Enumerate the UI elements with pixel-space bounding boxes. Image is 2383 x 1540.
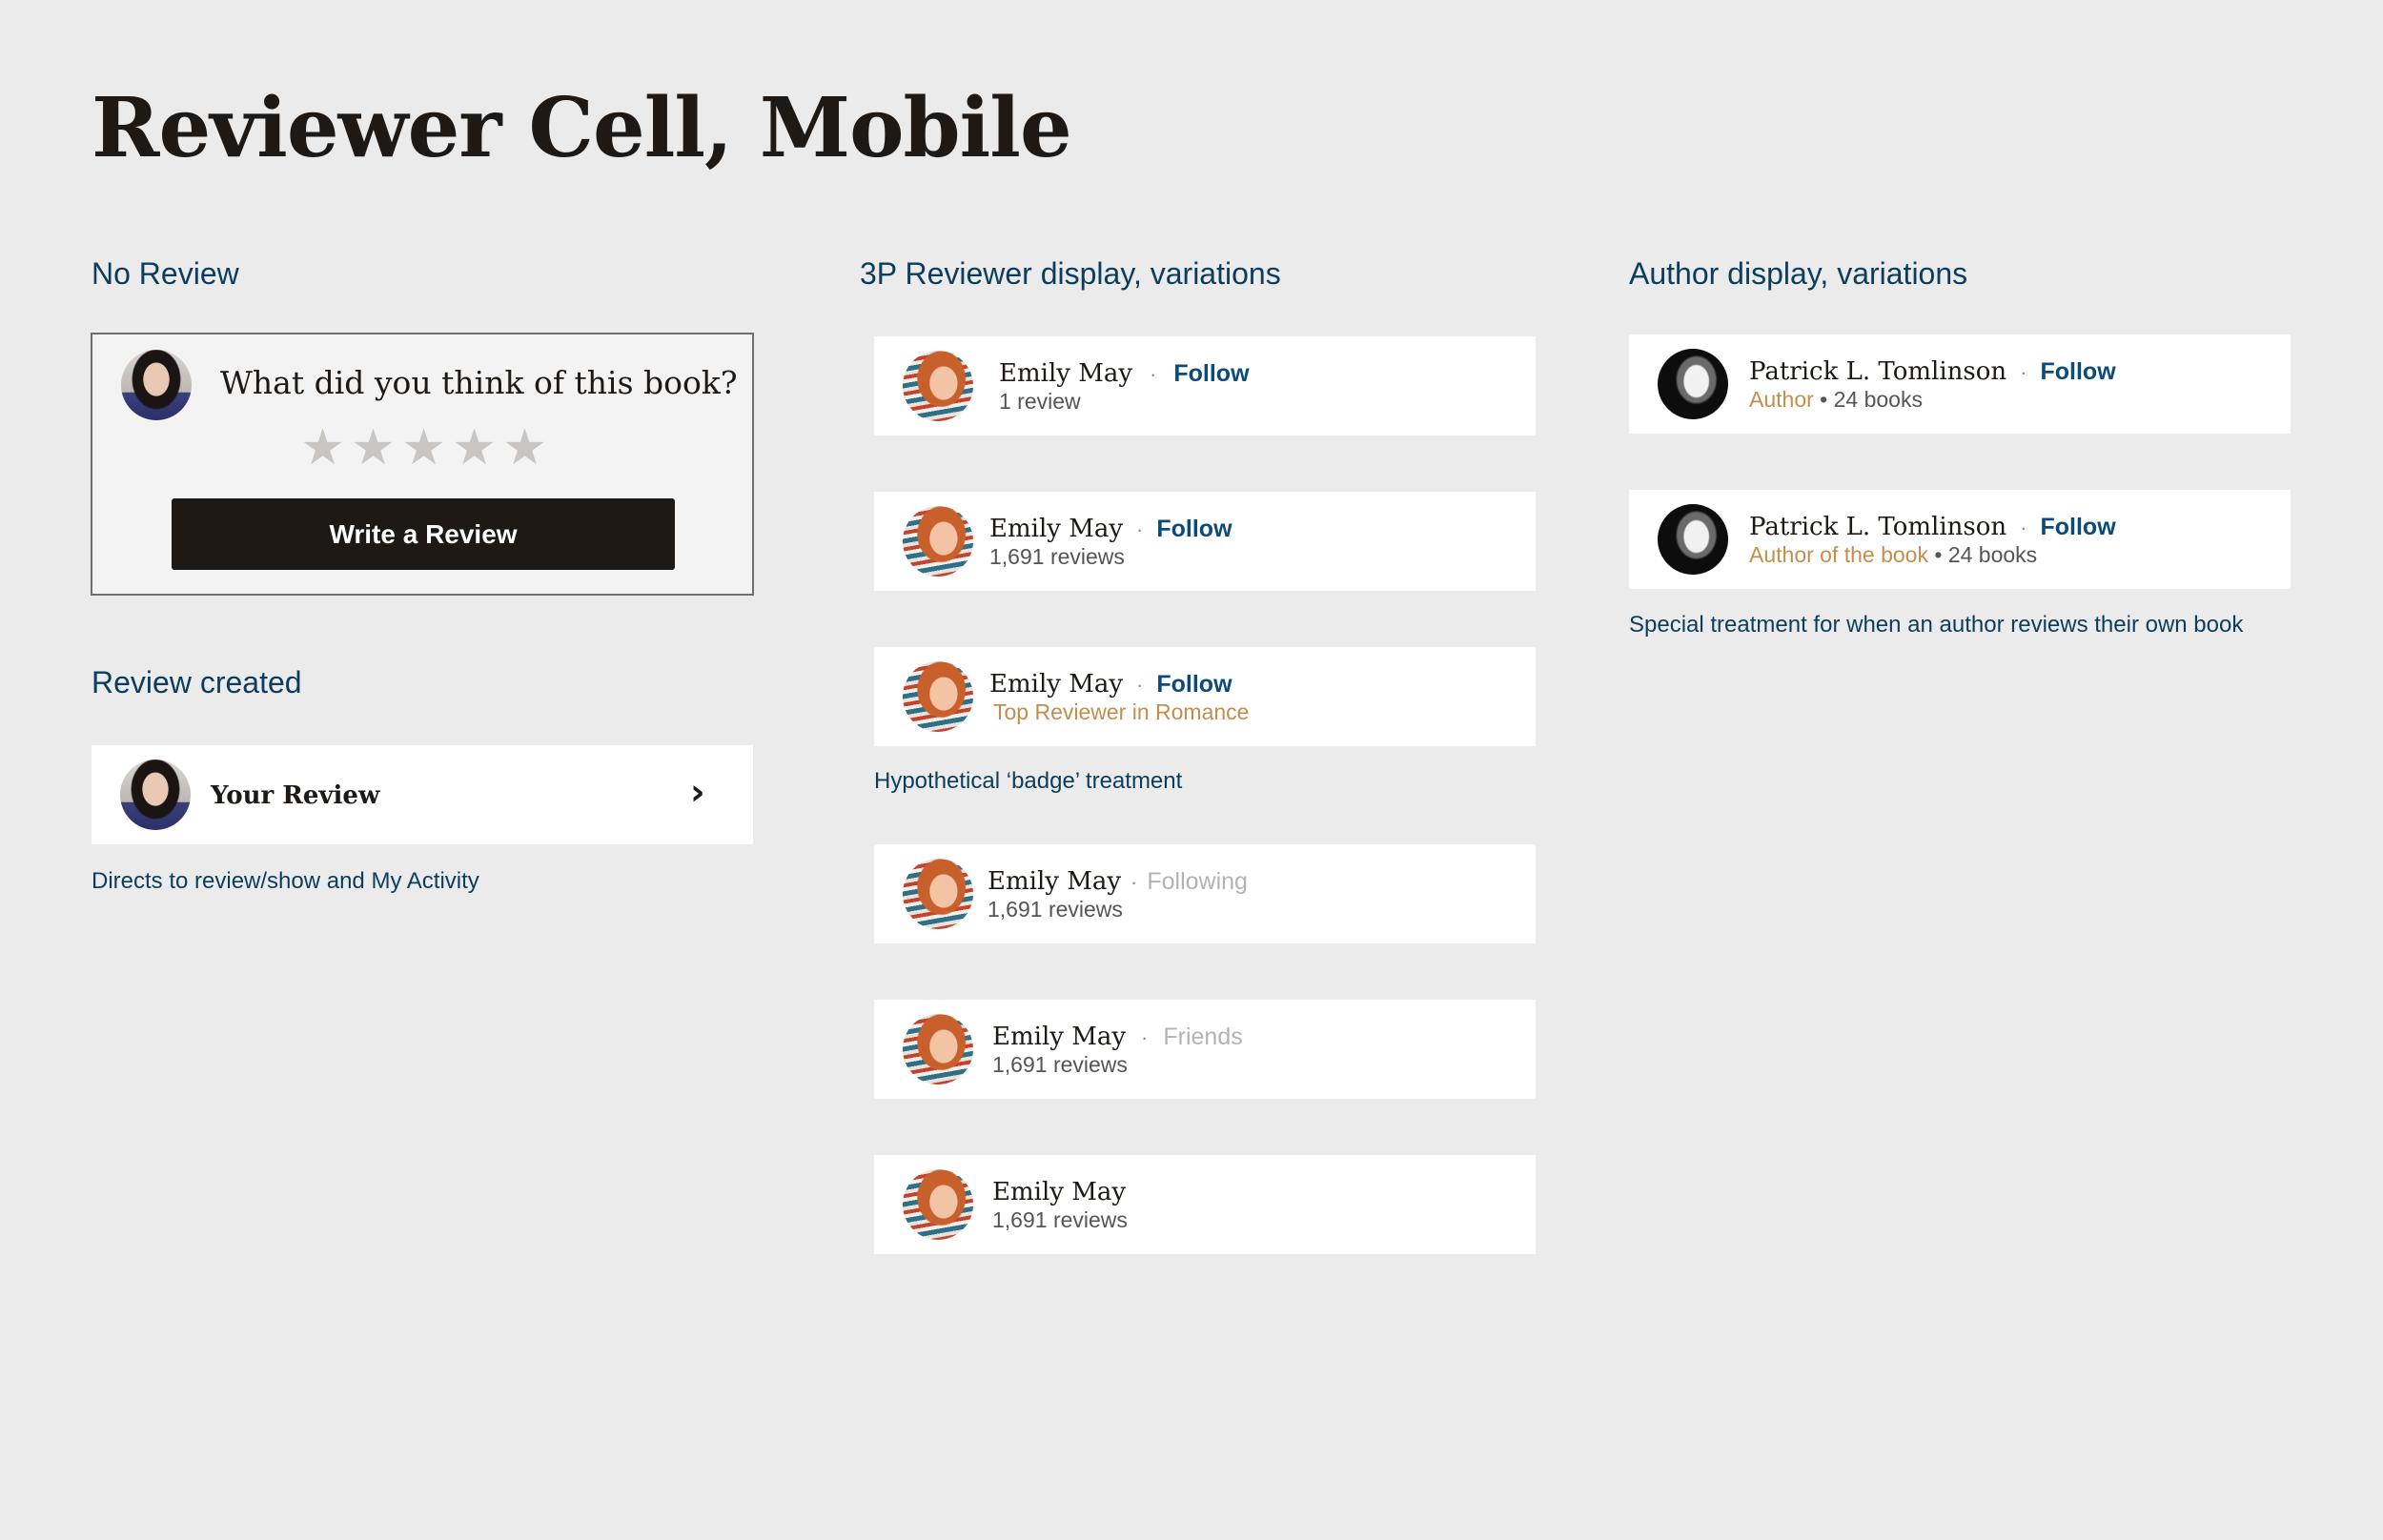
author-name[interactable]: Patrick L. Tomlinson bbox=[1749, 513, 2006, 541]
reviewer-name[interactable]: Emily May bbox=[999, 359, 1132, 388]
reviewer-name[interactable]: Emily May bbox=[992, 1023, 1126, 1051]
separator-dot: · bbox=[1136, 673, 1144, 697]
star-icon[interactable]: ★ bbox=[351, 423, 396, 473]
star-icon[interactable]: ★ bbox=[452, 423, 497, 473]
follow-button[interactable]: Follow bbox=[1156, 516, 1232, 543]
reviewer-badge: Top Reviewer in Romance bbox=[993, 699, 1250, 724]
no-review-section-title: No Review bbox=[92, 256, 239, 291]
reviewer-name[interactable]: Emily May bbox=[992, 1178, 1126, 1206]
follow-button[interactable]: Follow bbox=[2040, 514, 2115, 541]
reviewer-cell: Emily May · Follow Top Reviewer in Roman… bbox=[874, 647, 1536, 746]
reviewer-avatar[interactable] bbox=[903, 859, 973, 929]
author-role: Author bbox=[1749, 387, 1814, 412]
user-avatar bbox=[120, 760, 191, 830]
author-cell: Patrick L. Tomlinson · Follow Author • 2… bbox=[1629, 334, 2291, 434]
separator-dot: · bbox=[2020, 360, 2027, 384]
reviewer-name[interactable]: Emily May bbox=[989, 515, 1123, 543]
review-count: 1,691 reviews bbox=[988, 897, 1123, 922]
reviewer-section-title: 3P Reviewer display, variations bbox=[860, 256, 1281, 291]
reviewer-cell: Emily May 1,691 reviews bbox=[874, 1155, 1536, 1254]
page-title: Reviewer Cell, Mobile bbox=[92, 80, 1072, 176]
review-count: 1,691 reviews bbox=[992, 1207, 1128, 1232]
chevron-right-icon[interactable]: › bbox=[690, 774, 705, 810]
meta-separator: • bbox=[1927, 542, 1948, 567]
badge-caption: Hypothetical ‘badge’ treatment bbox=[874, 768, 1183, 794]
reviewer-cell: Emily May · Follow 1 review bbox=[874, 336, 1536, 436]
author-role: Author of the book bbox=[1749, 542, 1928, 567]
star-icon[interactable]: ★ bbox=[300, 423, 345, 473]
review-count: 1 review bbox=[999, 389, 1081, 414]
meta-separator: • bbox=[1813, 387, 1834, 412]
reviewer-name[interactable]: Emily May bbox=[989, 670, 1123, 699]
reviewer-cell: Emily May · Friends 1,691 reviews bbox=[874, 1000, 1536, 1099]
following-button[interactable]: Following bbox=[1147, 868, 1248, 896]
write-review-button[interactable]: Write a Review bbox=[172, 498, 675, 570]
your-review-card[interactable]: Your Review › bbox=[92, 745, 753, 844]
author-name[interactable]: Patrick L. Tomlinson bbox=[1749, 357, 2006, 386]
follow-button[interactable]: Follow bbox=[1156, 671, 1232, 699]
star-rating[interactable]: ★ ★ ★ ★ ★ bbox=[300, 423, 547, 473]
separator-dot: · bbox=[1136, 517, 1144, 541]
author-meta: Author of the book • 24 books bbox=[1749, 544, 2037, 566]
separator-dot: · bbox=[2020, 516, 2027, 539]
reviewer-avatar[interactable] bbox=[903, 1169, 973, 1240]
follow-button[interactable]: Follow bbox=[1173, 360, 1249, 388]
review-count: 1,691 reviews bbox=[989, 544, 1125, 569]
review-created-section-title: Review created bbox=[92, 665, 302, 699]
book-count: 24 books bbox=[1947, 542, 2038, 567]
book-count: 24 books bbox=[1833, 387, 1923, 412]
rating-prompt: What did you think of this book? bbox=[220, 364, 738, 401]
star-icon[interactable]: ★ bbox=[401, 423, 446, 473]
your-review-label: Your Review bbox=[211, 781, 380, 810]
separator-dot: · bbox=[1141, 1025, 1149, 1049]
no-review-card: What did you think of this book? ★ ★ ★ ★… bbox=[91, 333, 754, 596]
review-created-caption: Directs to review/show and My Activity bbox=[92, 868, 479, 894]
separator-dot: · bbox=[1130, 870, 1138, 894]
separator-dot: · bbox=[1150, 362, 1157, 386]
author-cell: Patrick L. Tomlinson · Follow Author of … bbox=[1629, 490, 2291, 589]
review-count: 1,691 reviews bbox=[992, 1052, 1128, 1077]
reviewer-cell: Emily May · Follow 1,691 reviews bbox=[874, 492, 1536, 591]
reviewer-avatar[interactable] bbox=[903, 661, 973, 732]
friends-status[interactable]: Friends bbox=[1163, 1023, 1242, 1051]
reviewer-avatar[interactable] bbox=[903, 351, 973, 421]
reviewer-name[interactable]: Emily May bbox=[988, 867, 1121, 896]
follow-button[interactable]: Follow bbox=[2040, 358, 2115, 386]
author-avatar[interactable] bbox=[1658, 349, 1728, 419]
user-avatar bbox=[121, 350, 192, 420]
reviewer-cell: Emily May · Following 1,691 reviews bbox=[874, 844, 1536, 943]
star-icon[interactable]: ★ bbox=[502, 423, 547, 473]
reviewer-avatar[interactable] bbox=[903, 1014, 973, 1084]
author-meta: Author • 24 books bbox=[1749, 389, 1923, 411]
author-avatar[interactable] bbox=[1658, 504, 1728, 575]
author-section-title: Author display, variations bbox=[1629, 256, 1968, 291]
author-caption: Special treatment for when an author rev… bbox=[1629, 612, 2244, 638]
reviewer-avatar[interactable] bbox=[903, 506, 973, 577]
